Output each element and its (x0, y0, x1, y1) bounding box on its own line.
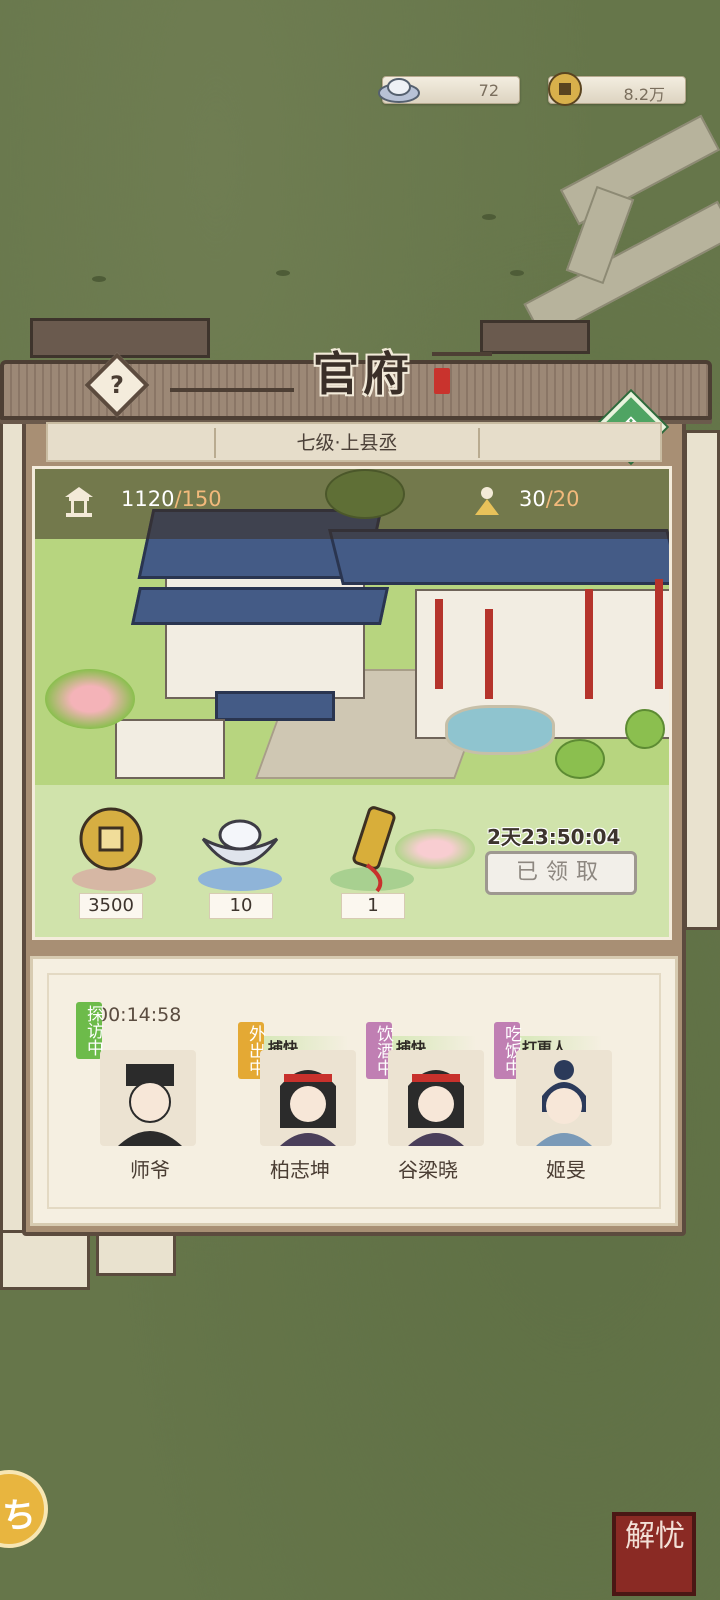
side-menu-button[interactable]: ち (0, 1470, 48, 1548)
side-menu-icon: ち (2, 1496, 36, 1536)
reward-amount-token: 1 (341, 893, 405, 919)
grass-tuft (482, 214, 496, 220)
reward-amount-silver: 10 (209, 893, 273, 919)
silver-counter[interactable]: 72 (378, 76, 520, 104)
title-cloud-right (432, 352, 492, 356)
staff-name: 谷梁晓 (398, 1158, 458, 1182)
capacity-max: /150 (174, 487, 222, 511)
pavilion-icon (65, 487, 93, 517)
grass-tuft (92, 276, 106, 282)
silver-value: 72 (478, 81, 499, 100)
pillar (585, 589, 593, 699)
pillar (435, 599, 443, 689)
staff-max: /20 (545, 487, 580, 511)
grass-tuft (510, 270, 524, 276)
visit-countdown: 00:14:58 (96, 1004, 182, 1026)
title-cloud-left (170, 388, 294, 392)
coin-counter[interactable]: 8.2万 (548, 72, 686, 106)
watchman-portrait[interactable] (512, 1046, 616, 1150)
jieyou-button[interactable]: 解忧 (612, 1512, 696, 1596)
courtyard-wall (115, 719, 225, 779)
office-scene: 1120/150 30/20 3500 10 1 2天23:50:04 已领取 (32, 466, 672, 940)
claimed-button[interactable]: 已领取 (485, 851, 637, 895)
gate-roof (215, 691, 335, 721)
silver-ingot-icon (378, 78, 420, 103)
pond (445, 705, 555, 755)
capacity-current: 1120 (121, 487, 175, 511)
coin-value: 8.2万 (623, 85, 665, 104)
constable-portrait[interactable] (384, 1046, 488, 1150)
reward-amount-coin: 3500 (79, 893, 143, 919)
staff-stat: 30/20 (519, 487, 580, 511)
person-icon (475, 487, 499, 515)
pillar (485, 609, 493, 699)
staff-name: 师爷 (130, 1158, 170, 1182)
pillar (655, 579, 663, 689)
jieyou-label: 解忧 (625, 1519, 685, 1554)
hall-roof-left-lower (130, 587, 390, 625)
rank-label: 七级·上县丞 (214, 428, 480, 458)
seal-stamp (434, 368, 450, 394)
tree (625, 709, 665, 749)
staff-name: 柏志坤 (270, 1158, 330, 1182)
flower-bed (45, 669, 135, 729)
map-house-roof (480, 320, 590, 354)
map-house-roof (30, 318, 210, 358)
copper-coin-icon (548, 72, 582, 106)
map-road (559, 114, 720, 226)
grass-tuft (276, 270, 290, 276)
advisor-portrait[interactable] (96, 1046, 200, 1150)
staff-current: 30 (519, 487, 546, 511)
help-icon: ? (110, 371, 124, 399)
map-house (684, 430, 720, 930)
panel-title: 官府 (313, 347, 413, 401)
refresh-timer: 2天23:50:04 (487, 825, 621, 849)
staff-name: 姬旻 (546, 1158, 586, 1182)
tree (555, 739, 605, 779)
map-house (0, 1230, 90, 1290)
capacity-stat: 1120/150 (121, 487, 222, 511)
constable-portrait[interactable] (256, 1046, 360, 1150)
